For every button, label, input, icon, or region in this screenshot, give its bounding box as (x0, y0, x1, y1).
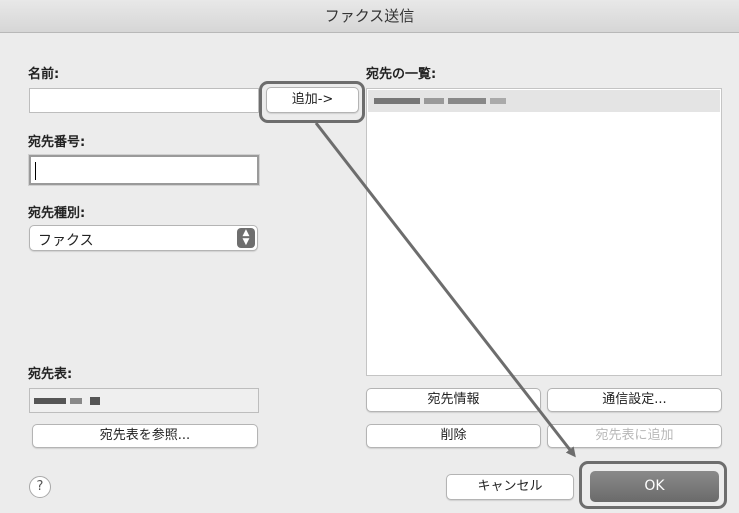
annotation-arrow-icon (314, 122, 576, 458)
